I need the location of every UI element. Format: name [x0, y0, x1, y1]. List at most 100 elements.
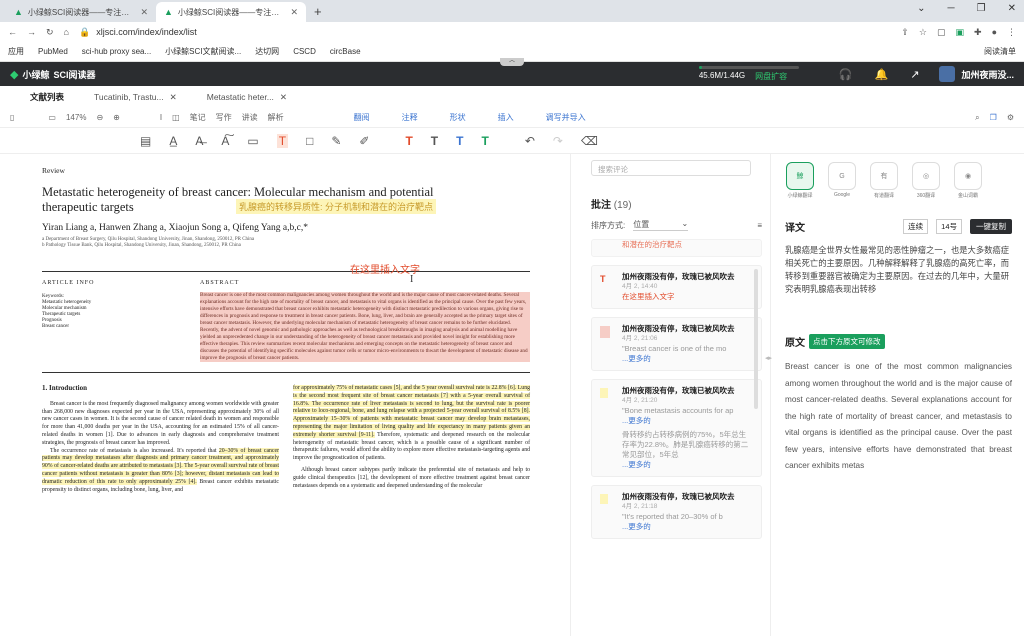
bookmark-scihub[interactable]: sci-hub proxy sea...	[82, 47, 151, 56]
bookmark-xljsci[interactable]: 小绿鲸SCI文献阅读...	[165, 46, 241, 57]
bell-icon[interactable]: 🔔	[875, 68, 889, 81]
tool-analysis[interactable]: 解析	[268, 112, 284, 123]
minimize-icon[interactable]: ─	[948, 3, 955, 14]
continuous-toggle[interactable]: 连续	[903, 219, 929, 234]
comment-card[interactable]: 加州夜雨没有停，玫瑰已被风吹去 4月 2, 21:18 "It's report…	[591, 485, 762, 539]
underline-icon[interactable]: A̲	[169, 134, 177, 148]
star-icon[interactable]: ☆	[919, 27, 927, 38]
new-tab-button[interactable]: +	[306, 4, 330, 22]
copy-button[interactable]: 一键复制	[970, 219, 1012, 234]
user-menu[interactable]: 加州夜雨没...	[939, 66, 1014, 82]
home-icon[interactable]: ⌂	[64, 27, 69, 37]
bookmark-circbase[interactable]: circBase	[330, 47, 361, 56]
close-icon[interactable]: ✕	[280, 92, 287, 103]
mode-annotate[interactable]: 注释	[402, 112, 418, 123]
comment-card[interactable]: 加州夜雨没有停，玫瑰已被风吹去 4月 2, 21:20 "Bone metast…	[591, 379, 762, 477]
font-color-black-icon[interactable]: T	[431, 134, 438, 148]
extension-icon[interactable]: ▣	[956, 27, 965, 38]
font-color-green-icon[interactable]: T	[481, 134, 488, 148]
bookmark-pubmed[interactable]: PubMed	[38, 47, 68, 56]
forward-icon[interactable]: →	[27, 27, 36, 37]
menu-icon[interactable]: ⋮	[1007, 27, 1016, 38]
zoom-level[interactable]: 147%	[66, 113, 86, 122]
comment-card[interactable]: 加州夜雨没有停，玫瑰已被风吹去 4月 2, 21:06 "Breast canc…	[591, 317, 762, 371]
comment-search-input[interactable]: 搜索评论	[591, 160, 751, 176]
comment-card[interactable]: T 加州夜雨没有停，玫瑰已被风吹去 4月 2, 14:40 在这里插入文字	[591, 265, 762, 309]
highlight-area-icon[interactable]: ▤	[140, 134, 151, 148]
reader-icon[interactable]: ▢	[937, 27, 946, 38]
mode-insert[interactable]: 插入	[498, 112, 514, 123]
text-cursor-icon[interactable]: I	[160, 113, 162, 122]
scrollbar[interactable]	[754, 269, 758, 409]
headset-icon[interactable]: 🎧	[839, 68, 853, 81]
back-icon[interactable]: ←	[8, 27, 17, 37]
browser-tab-1[interactable]: ▲ 小绿鲸SCI阅读器——专注提高SCI ✕	[6, 2, 156, 22]
tool-writing[interactable]: 写作	[216, 112, 232, 123]
font-color-blue-icon[interactable]: T	[456, 134, 463, 148]
reload-icon[interactable]: ↻	[46, 27, 54, 38]
squiggly-icon[interactable]: A͠	[221, 134, 229, 148]
eraser-icon[interactable]: ⌫	[581, 134, 598, 148]
rectangle-icon[interactable]: □	[306, 134, 313, 148]
tool-notes[interactable]: 笔记	[190, 112, 206, 123]
chevron-down-icon[interactable]: ⌄	[917, 3, 925, 14]
font-color-red-icon[interactable]: T	[405, 134, 412, 148]
title-translation-highlight[interactable]: 乳腺癌的转移异质性: 分子机制和潜在的治疗靶点	[236, 199, 437, 214]
url-field[interactable]: 🔒 xljsci.com/index/index/list	[79, 27, 891, 38]
tab-document-2[interactable]: Metastatic heter... ✕	[207, 92, 287, 103]
engine-360[interactable]: ◎ 360翻译	[911, 162, 941, 199]
text-box-icon[interactable]: T	[276, 133, 289, 148]
close-icon[interactable]: ✕	[170, 92, 177, 103]
puzzle-icon[interactable]: ✚	[974, 27, 982, 38]
zoom-in-icon[interactable]: ⊕	[113, 113, 120, 122]
comment-icon[interactable]: ▭	[247, 134, 258, 148]
split-view-icon[interactable]: ◫	[172, 113, 180, 122]
page-icon[interactable]: ▭	[48, 113, 56, 122]
more-link[interactable]: ...更多的	[622, 522, 753, 532]
close-icon[interactable]: ✕	[1008, 3, 1016, 14]
external-link-icon[interactable]: ↗	[910, 68, 919, 81]
undo-icon[interactable]: ↶	[525, 134, 535, 148]
engine-youdao[interactable]: 有有道翻译	[869, 162, 899, 199]
browser-tab-2[interactable]: ▲ 小绿鲸SCI阅读器——专注提高SCI ✕	[156, 2, 306, 22]
close-icon[interactable]: ✕	[140, 7, 148, 18]
panel-divider[interactable]	[560, 154, 570, 636]
original-text[interactable]: Breast cancer is one of the most common …	[785, 359, 1012, 475]
panel-resize-handle[interactable]: ◂▸	[765, 354, 772, 362]
profile-icon[interactable]: ●	[992, 27, 997, 37]
engine-xiaolvjing[interactable]: 鲸小绿鲸翻译	[785, 162, 815, 199]
comment-card[interactable]: 和潜在的治疗靶点	[591, 239, 762, 257]
redo-icon[interactable]: ↷	[553, 134, 563, 148]
more-link[interactable]: ...更多的	[622, 354, 753, 364]
marker-icon[interactable]: ✐	[359, 134, 369, 148]
comments-panel-icon[interactable]: ❐	[990, 113, 997, 122]
reading-list[interactable]: 阅读清单	[984, 46, 1016, 57]
sidebar-toggle-icon[interactable]: ▯	[10, 113, 14, 122]
pen-icon[interactable]: ✎	[331, 134, 341, 148]
share-icon[interactable]: ⇪	[901, 27, 909, 38]
more-link[interactable]: ...更多的	[622, 416, 753, 426]
abstract-highlight[interactable]: Breast cancer is one of the most common …	[200, 292, 530, 362]
storage-expand-link[interactable]: 网盘扩容	[755, 71, 787, 82]
bookmark-cscd[interactable]: CSCD	[293, 47, 316, 56]
tab-document-1[interactable]: Tucatinib, Trastu... ✕	[94, 92, 177, 103]
engine-google[interactable]: G Google	[827, 162, 857, 199]
mode-write-import[interactable]: 调写并导入	[546, 112, 586, 123]
mode-browse[interactable]: 翻阅	[354, 112, 370, 123]
zoom-out-icon[interactable]: ⊖	[96, 113, 103, 122]
filter-icon[interactable]: ≡	[757, 221, 762, 230]
pdf-page[interactable]: Review Metastatic heterogeneity of breas…	[0, 154, 560, 636]
font-size-select[interactable]: 14号	[936, 219, 962, 234]
more-link[interactable]: ...更多的	[622, 460, 753, 470]
bookmark-apps[interactable]: 应用	[8, 46, 24, 57]
strikethrough-icon[interactable]: A̶	[195, 134, 203, 148]
mode-shape[interactable]: 形状	[450, 112, 466, 123]
tool-reading[interactable]: 讲读	[242, 112, 258, 123]
restore-icon[interactable]: ❐	[977, 3, 986, 14]
sort-select[interactable]: 位置 ⌄	[633, 219, 689, 231]
collapse-handle[interactable]: ︿	[500, 58, 524, 66]
bookmark-daqie[interactable]: 达切网	[255, 46, 279, 57]
search-icon[interactable]: ⌕	[975, 113, 979, 123]
engine-jinshan[interactable]: ◉ 金山词霸	[953, 162, 983, 199]
tab-document-list[interactable]: 文献列表	[30, 91, 64, 103]
